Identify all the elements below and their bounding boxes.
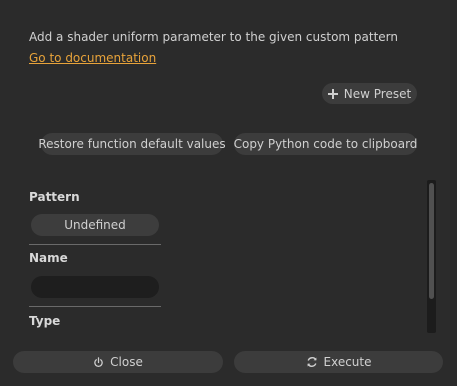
pattern-label: Pattern — [29, 190, 80, 204]
pattern-select[interactable]: Undefined — [31, 214, 159, 236]
name-label: Name — [29, 251, 68, 265]
dialog-window: Add a shader uniform parameter to the gi… — [0, 0, 457, 386]
close-label: Close — [110, 355, 143, 369]
divider — [29, 244, 161, 245]
divider — [29, 306, 161, 307]
new-preset-label: New Preset — [343, 86, 412, 101]
parameter-form: Pattern Undefined Name Type — [0, 178, 457, 335]
pattern-select-value: Undefined — [64, 218, 126, 232]
close-button[interactable]: Close — [13, 351, 223, 373]
restore-defaults-button[interactable]: Restore function default values — [38, 133, 226, 155]
description-text: Add a shader uniform parameter to the gi… — [29, 30, 398, 44]
restore-defaults-label: Restore function default values — [38, 137, 226, 151]
copy-python-code-label: Copy Python code to clipboard — [233, 137, 418, 151]
type-label: Type — [29, 314, 61, 328]
documentation-link[interactable]: Go to documentation — [29, 51, 156, 65]
plus-icon — [327, 88, 338, 99]
copy-python-code-button[interactable]: Copy Python code to clipboard — [234, 133, 417, 155]
execute-label: Execute — [323, 355, 372, 369]
scrollbar-thumb[interactable] — [429, 183, 434, 299]
execute-button[interactable]: Execute — [234, 351, 443, 373]
new-preset-button[interactable]: New Preset — [322, 83, 417, 104]
name-input[interactable] — [31, 276, 159, 298]
refresh-icon — [306, 357, 317, 367]
power-icon — [94, 356, 103, 367]
